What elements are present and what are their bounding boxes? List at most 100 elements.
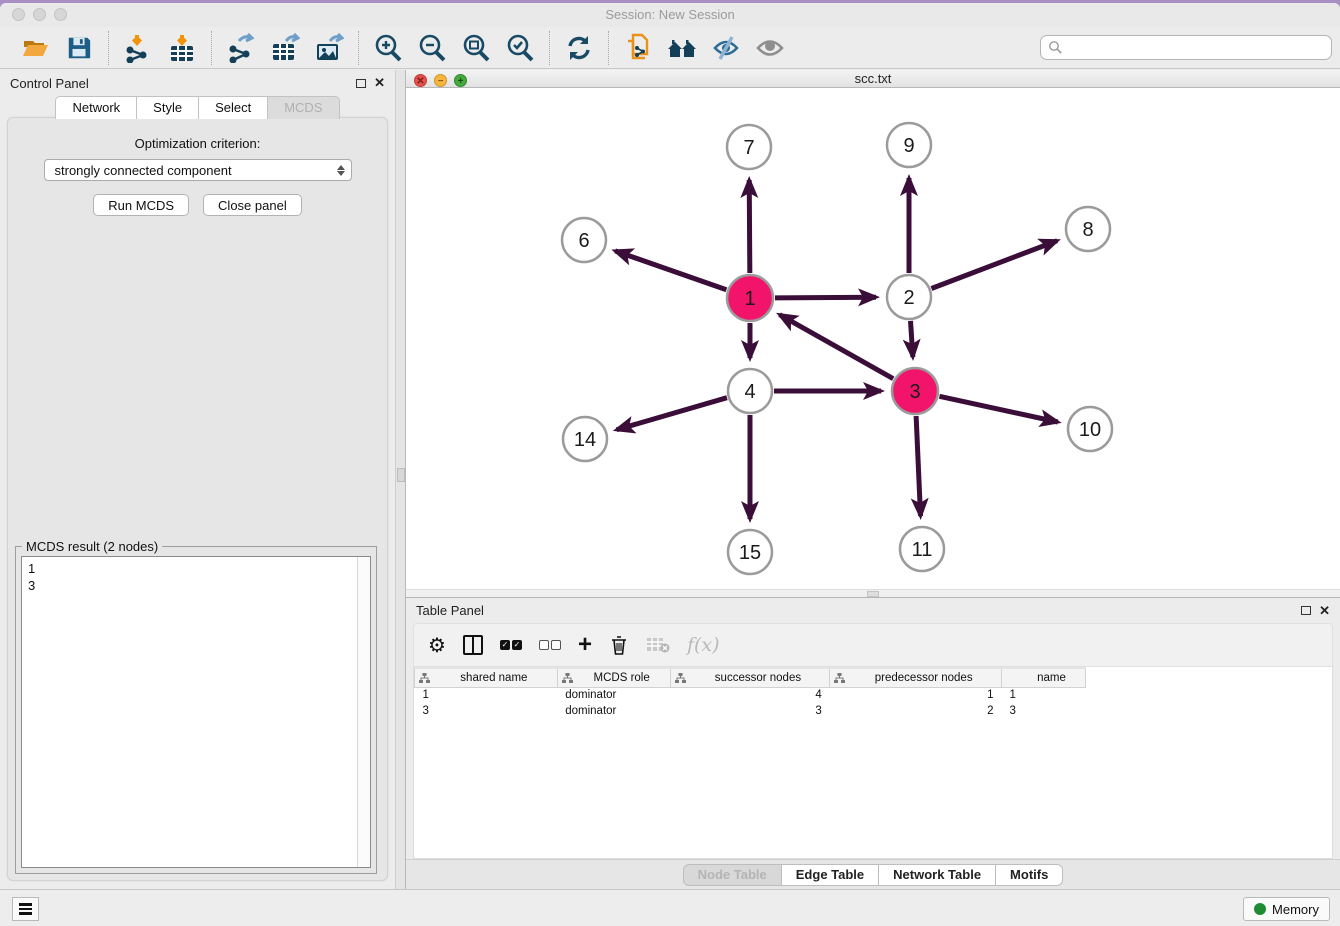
window-controls[interactable] [12,8,67,21]
node-14[interactable]: 14 [563,417,607,461]
close-panel-icon[interactable]: ✕ [1319,606,1330,616]
toggle-graphics-details-icon[interactable] [709,32,743,64]
cell-name[interactable]: 3 [1002,703,1086,719]
cell-shared-name[interactable]: 1 [415,687,558,703]
node-7[interactable]: 7 [727,125,771,169]
search-input[interactable] [1040,35,1332,60]
table-row[interactable]: 3dominator323 [415,703,1086,719]
export-network-icon[interactable] [224,32,258,64]
edge-4-14[interactable] [617,398,727,430]
panel-splitter-horizontal[interactable] [406,589,1340,597]
tab-node-table[interactable]: Node Table [683,864,782,886]
edge-3-1[interactable] [780,315,894,379]
table-panel: Table Panel ✕ ⚙ ✓✓ + [406,598,1340,889]
export-table-icon[interactable] [268,32,302,64]
tree-hierarchy-icon [675,673,686,687]
node-8[interactable]: 8 [1066,207,1110,251]
result-scrollbar[interactable] [357,557,370,867]
deselect-all-icon[interactable] [539,631,561,659]
tab-edge-table[interactable]: Edge Table [782,864,879,886]
node-1[interactable]: 1 [727,275,773,321]
task-history-button[interactable] [12,897,39,921]
cell-successor-nodes[interactable]: 3 [670,703,830,719]
close-panel-icon[interactable]: ✕ [374,78,385,88]
column-header-predecessor-nodes[interactable]: predecessor nodes [830,668,1002,687]
network-graph[interactable]: 7 9 6 8 1 2 4 3 14 10 15 11 [406,88,1338,584]
delete-column-icon[interactable] [609,631,629,659]
column-header-name[interactable]: name [1002,668,1086,687]
show-all-panels-icon[interactable] [665,32,699,64]
function-builder-icon[interactable]: f(x) [687,631,720,659]
zoom-out-icon[interactable] [415,32,449,64]
zoom-selected-icon[interactable] [503,32,537,64]
select-all-icon[interactable]: ✓✓ [500,631,522,659]
edge-2-3[interactable] [911,321,913,357]
svg-text:4: 4 [744,382,755,404]
edge-1-2[interactable] [775,298,876,299]
cell-name[interactable]: 1 [1002,687,1086,703]
network-canvas[interactable]: 7 9 6 8 1 2 4 3 14 10 15 11 [406,88,1340,589]
zoom-fit-icon[interactable] [459,32,493,64]
save-session-icon[interactable] [62,32,96,64]
splitter-grip[interactable] [397,468,405,482]
node-3[interactable]: 3 [892,368,938,414]
column-header-shared-name[interactable]: shared name [415,668,558,687]
tab-motifs[interactable]: Motifs [996,864,1063,886]
memory-button[interactable]: Memory [1243,897,1330,921]
node-10[interactable]: 10 [1068,407,1112,451]
node-4[interactable]: 4 [728,369,772,413]
column-header-successor-nodes[interactable]: successor nodes [670,668,830,687]
import-network-icon[interactable] [121,32,155,64]
edge-3-10[interactable] [939,397,1057,423]
tab-select[interactable]: Select [199,96,268,119]
edge-3-11[interactable] [916,416,920,516]
network-close-icon[interactable]: ✕ [414,74,427,87]
import-table-icon[interactable] [165,32,199,64]
cell-predecessor-nodes[interactable]: 1 [830,687,1002,703]
cell-MCDS-role[interactable]: dominator [557,703,670,719]
network-minimize-icon[interactable]: − [434,74,447,87]
cell-predecessor-nodes[interactable]: 2 [830,703,1002,719]
cell-successor-nodes[interactable]: 4 [670,687,830,703]
panel-splitter-vertical[interactable] [395,70,406,889]
cell-MCDS-role[interactable]: dominator [557,687,670,703]
float-panel-icon[interactable] [356,79,366,88]
float-panel-icon[interactable] [1301,606,1311,615]
zoom-window-button[interactable] [54,8,67,21]
refresh-view-icon[interactable] [562,32,596,64]
node-15[interactable]: 15 [728,530,772,574]
edge-1-7[interactable] [749,180,750,273]
node-2[interactable]: 2 [887,275,931,319]
column-header-MCDS-role[interactable]: MCDS role [557,668,670,687]
network-window-titlebar: ✕ − + scc.txt [406,70,1340,88]
run-mcds-button[interactable]: Run MCDS [93,194,189,216]
edge-1-6[interactable] [615,251,726,290]
export-image-icon[interactable] [312,32,346,64]
network-maximize-icon[interactable]: + [454,74,467,87]
table-row[interactable]: 1dominator411 [415,687,1086,703]
cell-shared-name[interactable]: 3 [415,703,558,719]
show-graphics-details-icon[interactable] [753,32,787,64]
close-window-button[interactable] [12,8,25,21]
zoom-in-icon[interactable] [371,32,405,64]
criterion-dropdown[interactable]: strongly connected component [44,159,352,181]
open-session-icon[interactable] [18,32,52,64]
app-window: Session: New Session [0,3,1340,926]
node-6[interactable]: 6 [562,218,606,262]
column-visibility-icon[interactable] [463,631,483,659]
splitter-grip[interactable] [867,591,879,597]
node-9[interactable]: 9 [887,123,931,167]
mcds-result-list[interactable]: 13 [21,556,371,868]
node-11[interactable]: 11 [900,527,944,571]
tab-mcds[interactable]: MCDS [268,96,339,119]
tab-network[interactable]: Network [55,96,137,119]
close-panel-button[interactable]: Close panel [203,194,302,216]
new-network-from-selection-icon[interactable] [621,32,655,64]
delete-table-icon[interactable] [646,631,670,659]
add-column-icon[interactable]: + [578,631,592,659]
tab-style[interactable]: Style [137,96,199,119]
tab-network-table[interactable]: Network Table [879,864,996,886]
table-options-icon[interactable]: ⚙ [428,631,446,659]
minimize-window-button[interactable] [33,8,46,21]
edge-2-8[interactable] [931,241,1057,289]
